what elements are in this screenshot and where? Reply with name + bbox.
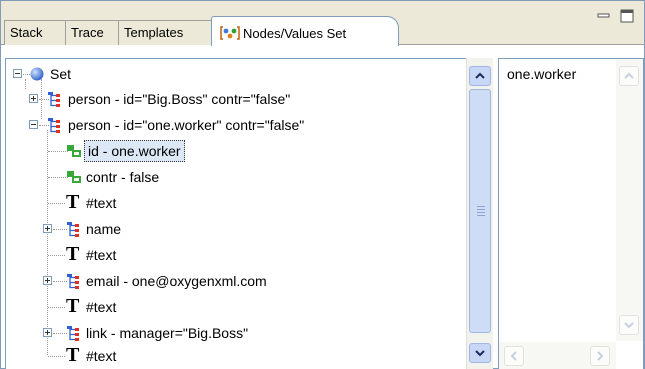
element-icon: [67, 274, 79, 289]
tree-item-label: #text: [86, 195, 117, 211]
attribute-icon: [67, 145, 81, 157]
expand-toggle[interactable]: [43, 224, 52, 233]
tree-row[interactable]: #text: [84, 192, 118, 218]
chevron-up-icon: [624, 72, 634, 79]
text-node-icon: T: [66, 295, 80, 317]
node-set-icon: [220, 26, 240, 40]
chevron-down-icon: [475, 350, 485, 357]
tree-item-label: link - manager="Big.Boss": [86, 325, 249, 341]
chevron-up-icon: [475, 72, 485, 79]
attribute-icon: [67, 171, 81, 183]
chevron-right-icon: [597, 351, 604, 361]
element-icon: [48, 92, 60, 107]
scroll-left-button[interactable]: [504, 346, 524, 366]
tree-row[interactable]: #text: [84, 296, 118, 322]
scroll-up-button[interactable]: [469, 66, 491, 86]
chevron-down-icon: [624, 322, 634, 329]
tab-nodes-values-set[interactable]: Nodes/Values Set: [211, 16, 399, 46]
tree-item-label: #text: [86, 348, 117, 364]
values-pane[interactable]: one.worker: [498, 58, 644, 369]
tree-item-label: #text: [86, 299, 117, 315]
tree-row[interactable]: contr - false: [84, 166, 161, 192]
tree-row[interactable]: #text: [84, 345, 118, 369]
collapse-toggle[interactable]: [13, 69, 22, 78]
tree-row[interactable]: person - id="Big.Boss" contr="false": [66, 88, 292, 114]
element-icon: [67, 222, 79, 237]
tree-item-label: #text: [86, 247, 117, 263]
tree-item-label: contr - false: [86, 169, 160, 185]
tab-trace[interactable]: Trace: [65, 20, 119, 45]
tab-stack[interactable]: Stack: [4, 20, 66, 45]
tree-item-label: id - one.worker: [84, 140, 185, 162]
tree-row[interactable]: name: [84, 218, 123, 244]
values-vertical-scrollbar[interactable]: [616, 59, 643, 341]
expand-toggle[interactable]: [43, 328, 52, 337]
scroll-right-button[interactable]: [590, 346, 610, 366]
tree-item-label: email - one@oxygenxml.com: [86, 273, 267, 289]
tab-templates[interactable]: Templates: [118, 20, 212, 45]
chevron-left-icon: [510, 351, 517, 361]
tree-root-set[interactable]: Set: [48, 63, 73, 89]
text-node-icon: T: [66, 191, 80, 213]
tree-row[interactable]: #text: [84, 244, 118, 270]
minimize-icon[interactable]: [597, 9, 611, 23]
tree-item-label: name: [86, 221, 122, 237]
blue-ball-icon: [30, 67, 44, 81]
nodes-values-set-view: Stack Trace Templates Nodes/Values Set S…: [0, 0, 645, 369]
tree-row-selected[interactable]: id - one.worker: [84, 140, 185, 166]
expand-toggle[interactable]: [43, 276, 52, 285]
values-horizontal-scrollbar[interactable]: [499, 342, 616, 369]
scroll-down-button[interactable]: [619, 315, 639, 335]
expand-toggle[interactable]: [29, 94, 38, 103]
element-icon: [67, 326, 79, 341]
tab-label: Nodes/Values Set: [243, 26, 347, 41]
tree-row[interactable]: email - one@oxygenxml.com: [84, 270, 269, 296]
element-icon: [48, 118, 60, 133]
tree-item-label: person - id="Big.Boss" contr="false": [68, 91, 291, 107]
tree-item-label: Set: [50, 66, 72, 82]
value-text: one.worker: [507, 66, 577, 82]
nodes-tree[interactable]: Set person - id="Big.Boss" contr="false"…: [5, 58, 493, 369]
tab-bar: Stack Trace Templates Nodes/Values Set: [1, 1, 644, 46]
tree-item-label: person - id="one.worker" contr="false": [68, 117, 305, 133]
scroll-down-button[interactable]: [469, 343, 491, 363]
maximize-icon[interactable]: [620, 9, 634, 23]
collapse-toggle[interactable]: [29, 120, 38, 129]
text-node-icon: T: [66, 243, 80, 265]
tree-row[interactable]: person - id="one.worker" contr="false": [66, 114, 306, 140]
tree-vertical-scrollbar[interactable]: [466, 58, 493, 369]
scroll-thumb[interactable]: [469, 89, 491, 333]
scroll-up-button[interactable]: [619, 66, 639, 86]
text-node-icon: T: [66, 344, 80, 366]
